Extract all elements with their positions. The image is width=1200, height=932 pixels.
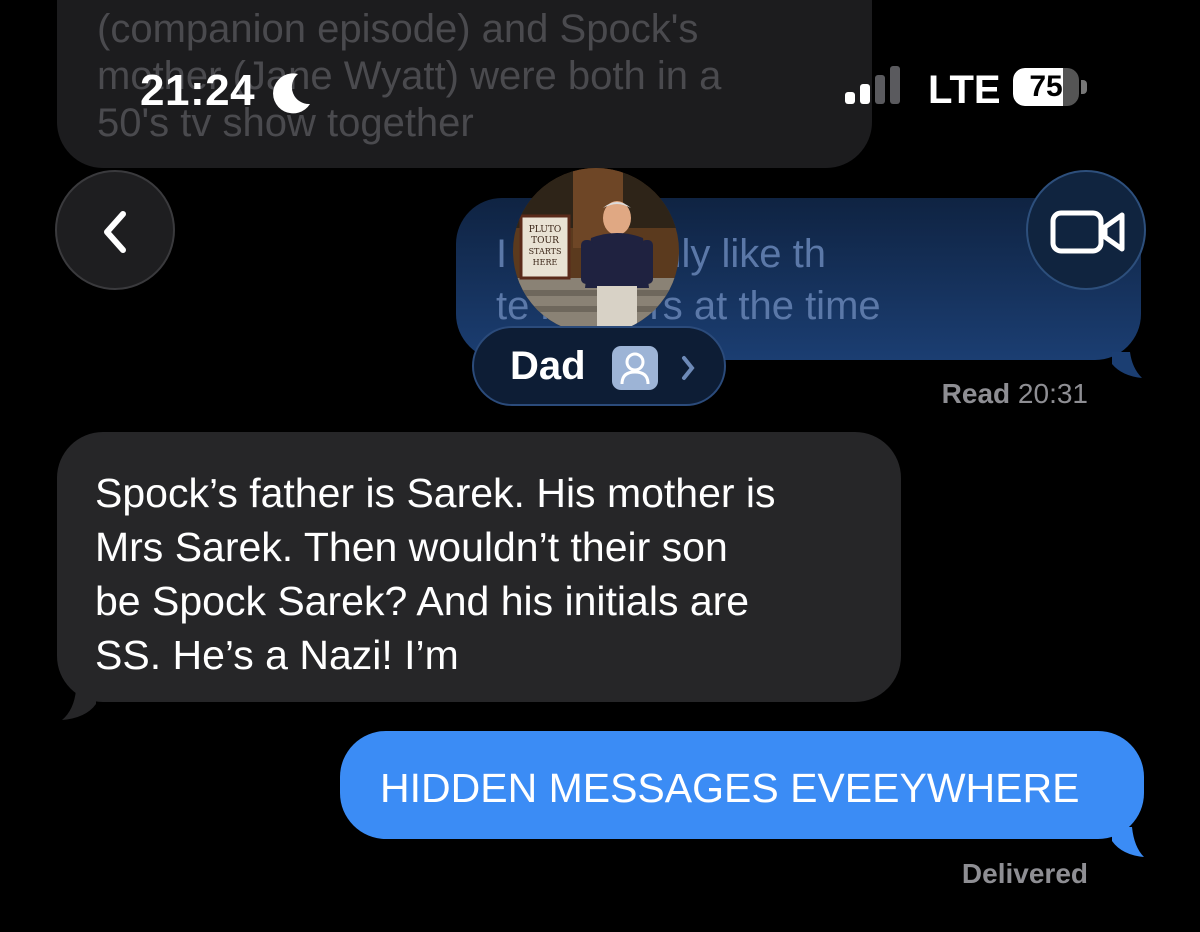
chevron-left-icon: [104, 211, 126, 253]
battery-icon: 75: [1013, 68, 1087, 106]
video-call-button[interactable]: [1026, 170, 1146, 290]
read-status: Read: [941, 378, 1011, 409]
read-time: 20:31: [1017, 378, 1088, 409]
message-line: Spock’s father is Sarek. His mother is: [95, 470, 776, 516]
contact-name-button[interactable]: Dad: [472, 326, 726, 406]
battery-level: 75: [1029, 70, 1063, 103]
message-text: HIDDEN MESSAGES EVEEYWHERE: [380, 765, 1080, 811]
sign-text: TOUR: [531, 236, 559, 246]
message-line: be Spock Sarek? And his initials are: [95, 578, 750, 624]
cellular-signal-icon: [845, 66, 900, 104]
status-time: 21:24: [140, 66, 256, 115]
moon-icon: [273, 73, 310, 114]
delivery-status: Delivered: [961, 858, 1088, 889]
outgoing-message[interactable]: HIDDEN MESSAGES EVEEYWHERE: [340, 731, 1144, 839]
sign-text: HERE: [533, 258, 558, 267]
back-button[interactable]: [55, 170, 175, 290]
battery-nub: [1081, 80, 1087, 94]
bubble-tail: [1112, 827, 1144, 857]
contact-avatar[interactable]: PLUTO TOUR STARTS HERE: [513, 168, 679, 334]
bubble-tail: [1112, 352, 1142, 378]
incoming-message[interactable]: Spock’s father is Sarek. His mother is M…: [57, 432, 901, 702]
video-camera-icon: [1050, 210, 1125, 254]
sign-text: STARTS: [529, 247, 562, 256]
read-receipt: Read 20:31: [942, 378, 1088, 410]
avatar-photo: PLUTO TOUR STARTS HERE: [513, 168, 679, 334]
message-line: SS. He’s a Nazi! I’m: [95, 632, 459, 678]
contact-card-icon: [612, 346, 658, 390]
chevron-right-icon: [682, 356, 695, 380]
message-line: (companion episode) and Spock's: [97, 7, 699, 51]
sign-text: PLUTO: [529, 225, 562, 235]
message-line: Mrs Sarek. Then wouldn’t their son: [95, 524, 728, 570]
network-type: LTE: [928, 68, 1001, 112]
bubble-tail: [62, 690, 96, 720]
contact-name: Dad: [510, 344, 586, 388]
